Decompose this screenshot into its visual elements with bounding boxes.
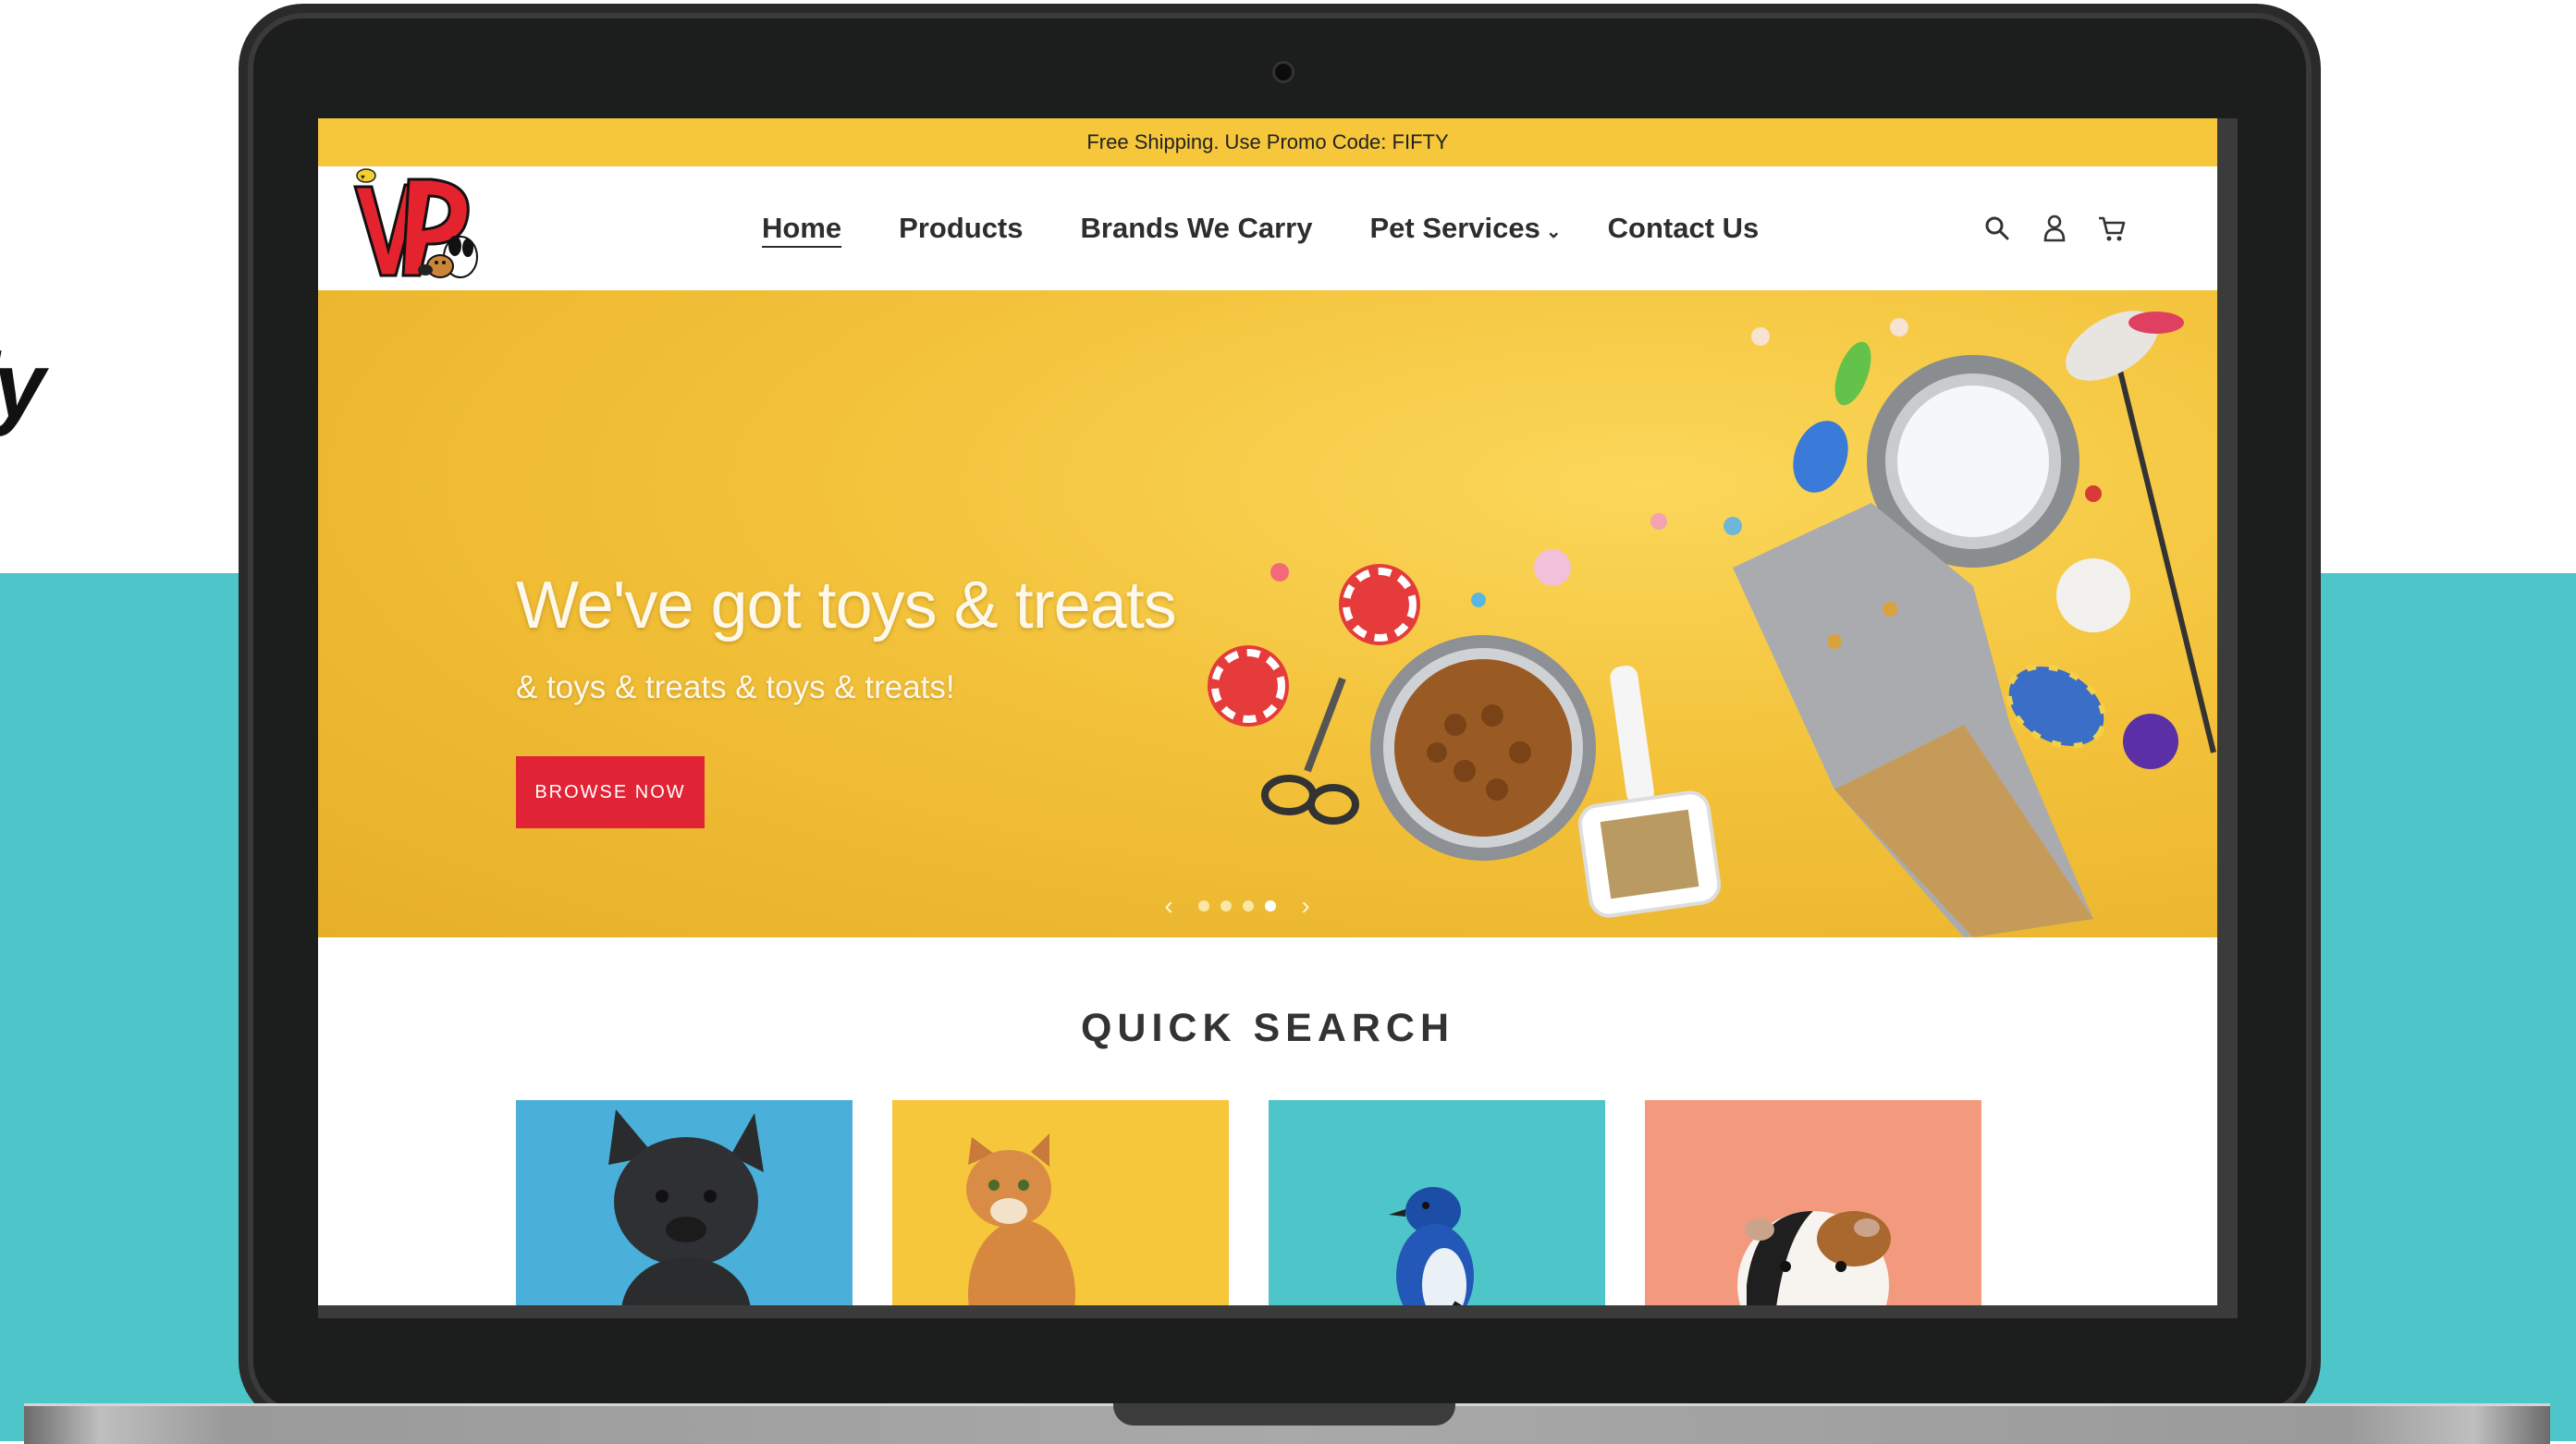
partial-brand-text: fy bbox=[0, 333, 45, 439]
site-header: ♥ Home Products Brands We Carry Pet Serv… bbox=[318, 166, 2217, 290]
quick-search-title: QUICK SEARCH bbox=[1080, 1006, 1455, 1050]
cat-image bbox=[966, 1133, 1075, 1305]
main-nav: Home Products Brands We Carry Pet Servic… bbox=[762, 166, 1816, 290]
slider-next-icon[interactable]: › bbox=[1287, 891, 1324, 921]
account-icon[interactable] bbox=[2038, 212, 2071, 245]
laptop-notch bbox=[1113, 1403, 1455, 1426]
header-icons bbox=[1981, 166, 2128, 290]
slider-dot-2[interactable] bbox=[1221, 900, 1232, 912]
slider-dot-3[interactable] bbox=[1243, 900, 1254, 912]
hero-title: We've got toys & treats bbox=[516, 569, 1177, 642]
chevron-down-icon: ⌄ bbox=[1545, 222, 1562, 242]
promo-bar: Free Shipping. Use Promo Code: FIFTY bbox=[318, 118, 2217, 166]
quick-search-card-small-pet[interactable] bbox=[1645, 1100, 1981, 1305]
nav-pet-services-label: Pet Services bbox=[1369, 212, 1540, 244]
svg-text:♥: ♥ bbox=[361, 173, 365, 181]
bird-image bbox=[1389, 1187, 1474, 1305]
quick-search-grid bbox=[516, 1100, 1981, 1305]
quick-search-card-cat[interactable] bbox=[892, 1100, 1229, 1305]
quick-search-card-dog[interactable] bbox=[516, 1100, 853, 1305]
slider-dot-1[interactable] bbox=[1198, 900, 1209, 912]
quick-search-card-bird[interactable] bbox=[1269, 1100, 1605, 1305]
slider-prev-icon[interactable]: ‹ bbox=[1150, 891, 1187, 921]
slider-dot-4[interactable] bbox=[1265, 900, 1276, 912]
hero-subtitle: & toys & treats & toys & treats! bbox=[516, 669, 955, 705]
dog-image bbox=[608, 1109, 764, 1305]
hero-banner: We've got toys & treats & toys & treats … bbox=[318, 290, 2217, 937]
nav-contact[interactable]: Contact Us bbox=[1608, 212, 1760, 245]
browse-now-button[interactable]: BROWSE NOW bbox=[516, 756, 705, 828]
promo-text: Free Shipping. Use Promo Code: FIFTY bbox=[1086, 130, 1449, 153]
nav-products[interactable]: Products bbox=[899, 212, 1023, 245]
guinea-pig-image bbox=[1737, 1211, 1891, 1305]
store-logo[interactable]: ♥ bbox=[351, 166, 481, 287]
camera-icon bbox=[1272, 61, 1294, 83]
nav-pet-services[interactable]: Pet Services ⌄ bbox=[1369, 212, 1561, 245]
slider-controls: ‹ › bbox=[1150, 891, 1324, 921]
nav-home[interactable]: Home bbox=[762, 212, 841, 245]
cart-icon[interactable] bbox=[2095, 212, 2128, 245]
search-icon[interactable] bbox=[1981, 212, 2014, 245]
nav-brands[interactable]: Brands We Carry bbox=[1081, 212, 1313, 245]
browser-screen: Free Shipping. Use Promo Code: FIFTY ♥ H… bbox=[318, 118, 2238, 1318]
